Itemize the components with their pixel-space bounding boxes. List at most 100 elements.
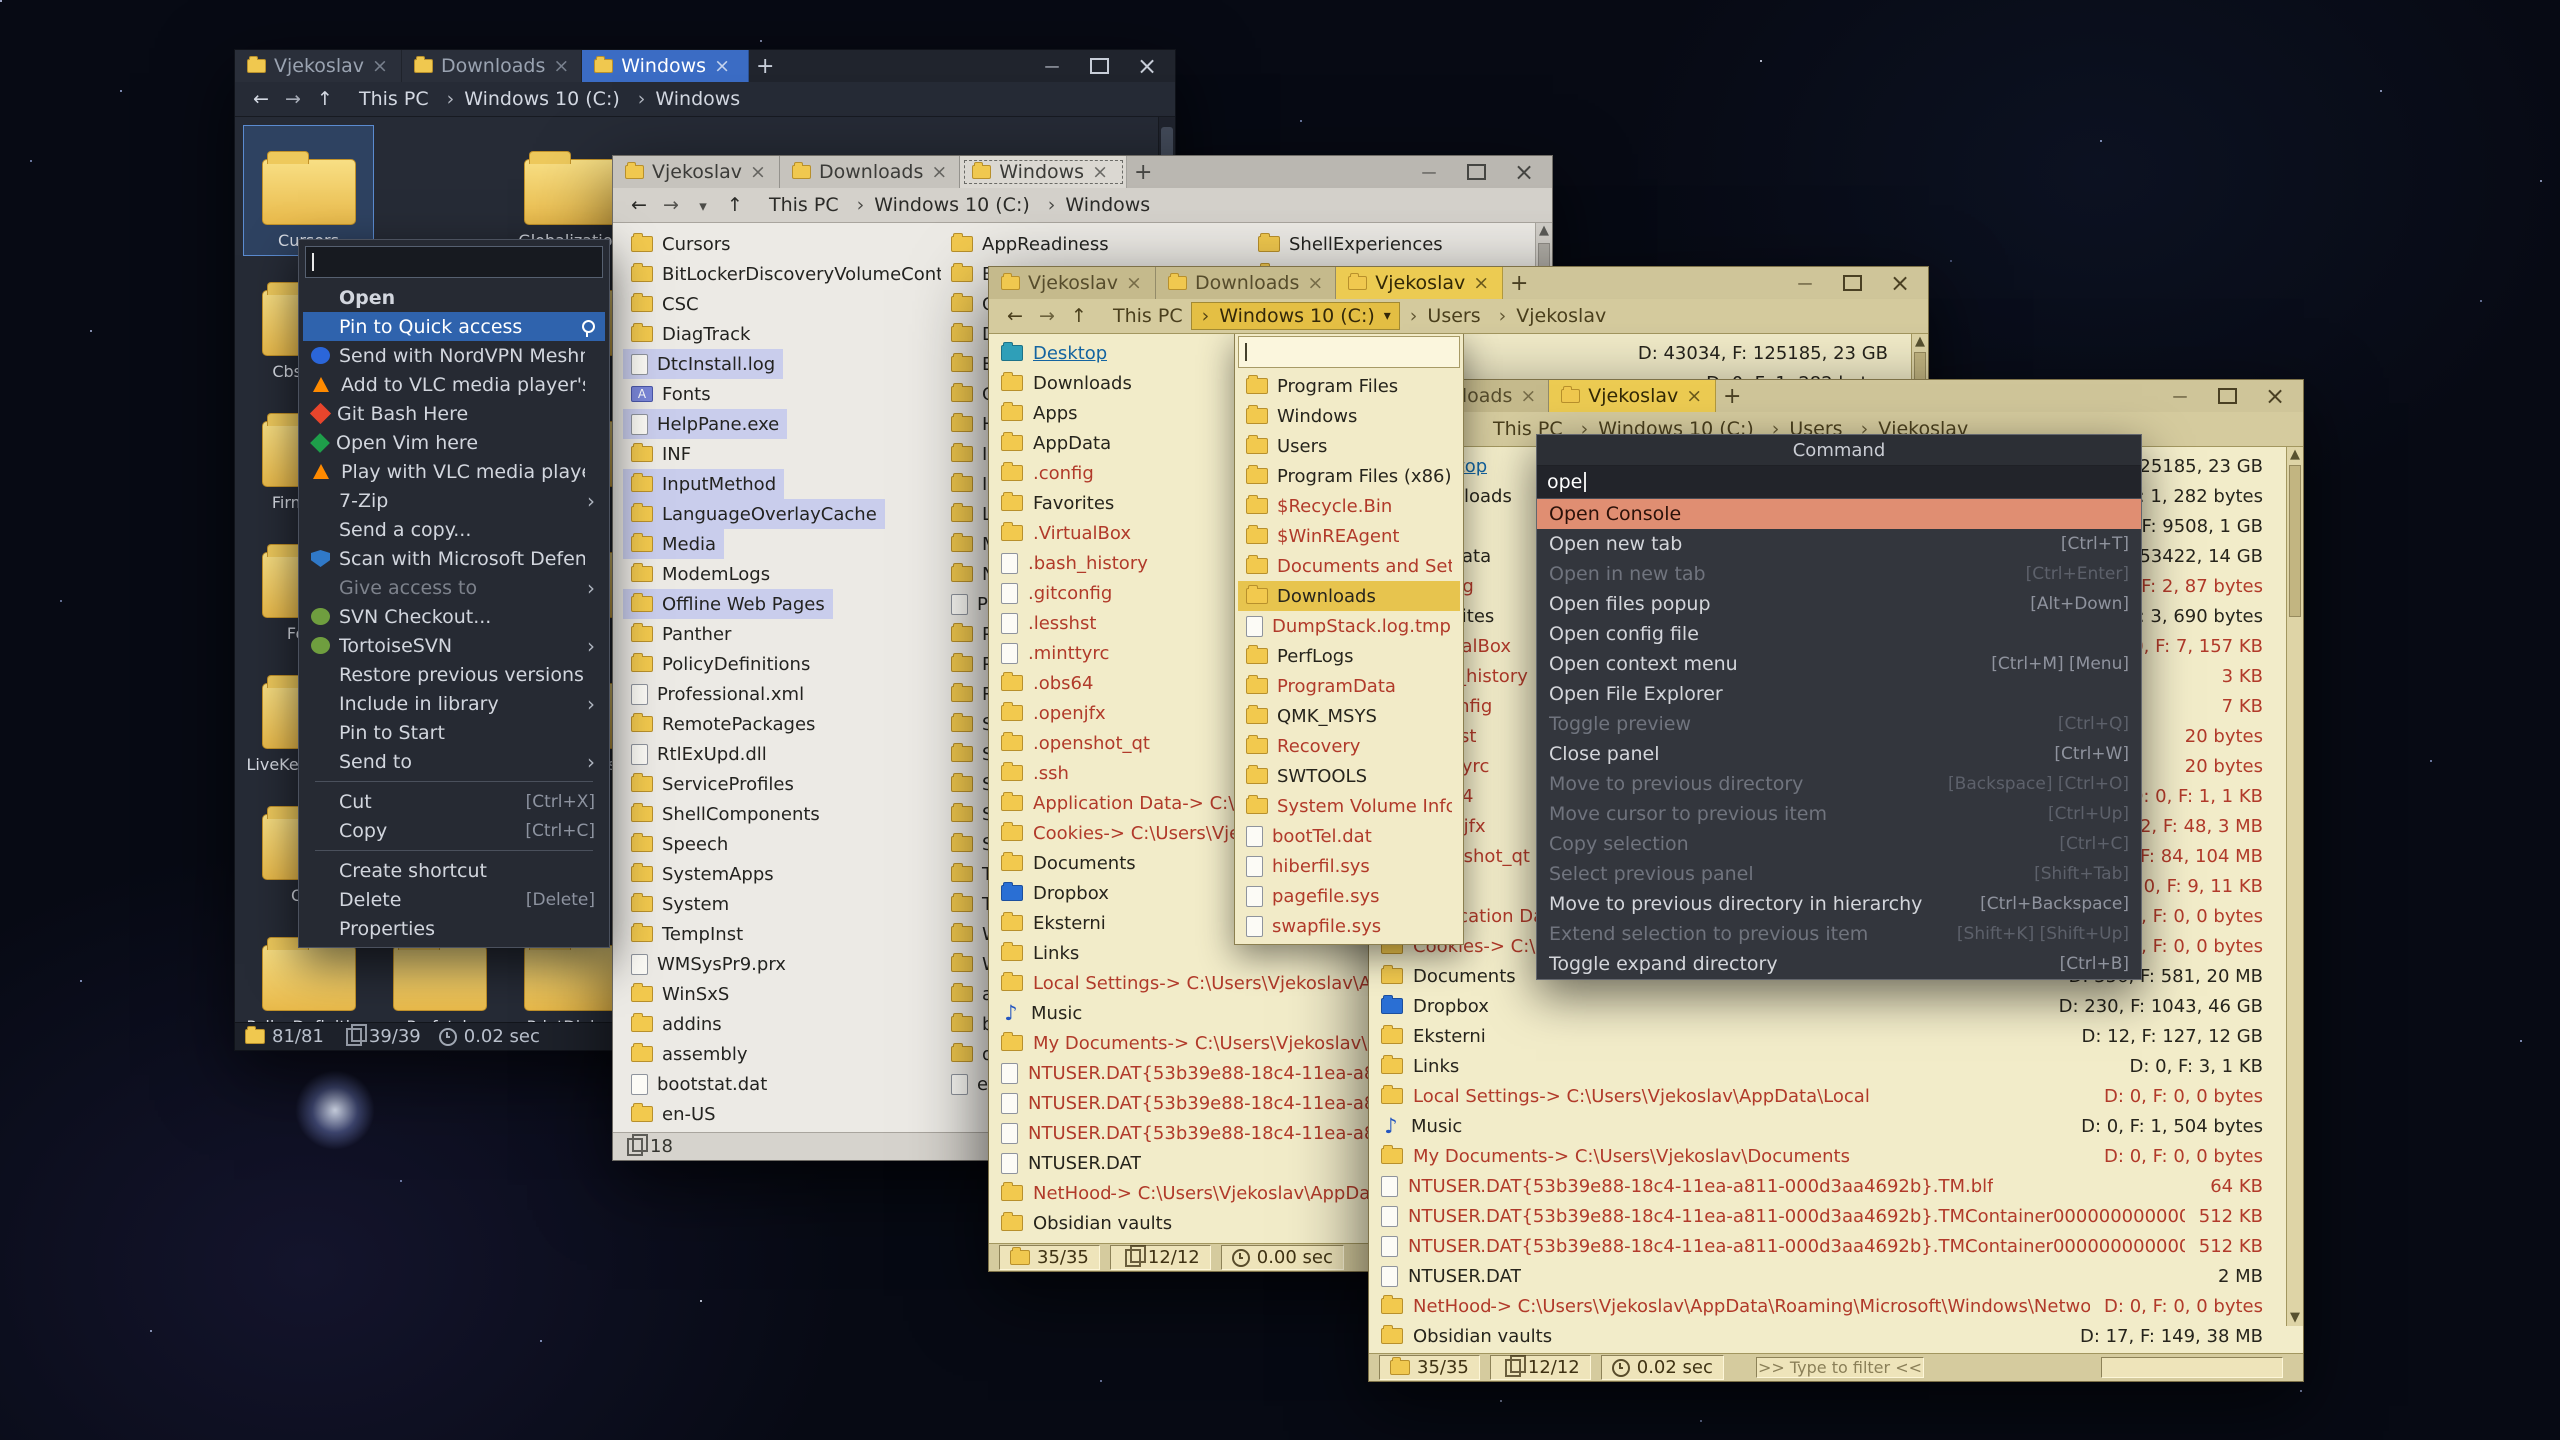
context-menu-item[interactable]: TortoiseSVN [303,631,605,660]
file-row[interactable]: NetHood -> C:\Users\Vjekoslav\AppData\Ro… [1381,1291,2263,1321]
palette-item[interactable]: Move to previous directory [Backspace] [… [1537,769,2141,799]
file-row[interactable]: WinSxS [623,979,737,1009]
tab[interactable]: Downloads [1156,267,1336,299]
palette-item[interactable]: Toggle expand directory [Ctrl+B] [1537,949,2141,979]
file-row[interactable]: TempInst [623,919,751,949]
up-button[interactable] [721,194,749,216]
file-row[interactable]: PolicyDefinitions [623,649,818,679]
context-menu-item[interactable]: SVN Checkout... [303,602,605,631]
up-button[interactable] [1065,305,1093,327]
file-row[interactable]: RtlExUpd.dll [623,739,775,769]
forward-button[interactable] [279,88,307,110]
context-menu-item[interactable]: Add to VLC media player's Playlist [303,370,605,399]
context-menu-item[interactable]: Play with VLC media player [303,457,605,486]
palette-item[interactable]: Copy selection [Ctrl+C] [1537,829,2141,859]
file-row[interactable]: bootstat.dat [623,1069,775,1099]
scroll-down-icon[interactable] [2287,1310,2303,1326]
context-menu-item[interactable]: Delete [Delete] [303,885,605,914]
tab[interactable]: Downloads [402,50,582,82]
file-row[interactable]: Cursors [623,229,739,259]
file-row[interactable]: Eksterni D: 12, F: 127, 12 GB [1381,1021,2263,1051]
back-button[interactable] [1001,305,1029,327]
dropdown-item[interactable]: Windows [1238,401,1460,431]
close-button[interactable] [1514,162,1534,182]
back-button[interactable] [625,194,653,216]
context-menu-item[interactable]: Restore previous versions [303,660,605,689]
file-row[interactable]: LanguageOverlayCache [623,499,885,529]
context-menu-item[interactable]: Pin to Quick access [303,312,605,341]
dropdown-item[interactable]: pagefile.sys [1238,881,1460,911]
file-row[interactable]: ModemLogs [623,559,778,589]
tab-close-icon[interactable] [1473,272,1489,294]
breadcrumb-item[interactable]: Windows [628,86,748,112]
file-row[interactable]: NTUSER.DAT 2 MB [1381,1261,2263,1291]
file-row[interactable]: addins [623,1009,730,1039]
palette-item[interactable]: Open File Explorer [1537,679,2141,709]
tab-close-icon[interactable] [750,161,766,183]
breadcrumb-item[interactable]: Vjekoslav [1489,303,1615,329]
file-row[interactable]: System [623,889,737,919]
file-row[interactable]: AppReadiness [943,229,1117,259]
file-row[interactable]: DtcInstall.log [623,349,783,379]
maximize-button[interactable] [1467,164,1486,180]
close-button[interactable] [1137,56,1157,76]
dropdown-item[interactable]: bootTel.dat [1238,821,1460,851]
back-button[interactable] [247,88,275,110]
dropdown-item[interactable]: $Recycle.Bin [1238,491,1460,521]
palette-item[interactable]: Open config file [1537,619,2141,649]
history-dropdown-icon[interactable] [689,194,717,216]
palette-item[interactable]: Move cursor to previous item [Ctrl+Up] [1537,799,2141,829]
file-row[interactable]: Obsidian vaults D: 17, F: 149, 38 MB [1381,1321,2263,1351]
tab-close-icon[interactable] [931,161,947,183]
dropdown-item[interactable]: ProgramData [1238,671,1460,701]
tab[interactable]: Vjekoslav [1336,267,1503,299]
minimize-button[interactable] [1795,273,1815,293]
file-row[interactable]: Local Settings -> C:\Users\Vjekoslav\App… [1381,1081,2263,1111]
palette-item[interactable]: Close panel [Ctrl+W] [1537,739,2141,769]
dropdown-item[interactable]: QMK_MSYS [1238,701,1460,731]
file-row[interactable]: My Documents -> C:\Users\Vjekoslav\Docum… [1381,1141,2263,1171]
palette-item[interactable]: Open Console [1537,499,2141,529]
file-row[interactable]: assembly [623,1039,755,1069]
palette-input[interactable]: ope [1537,466,2141,499]
context-menu-item[interactable]: Include in library [303,689,605,718]
tab[interactable]: Vjekoslav [613,156,780,188]
dropdown-item[interactable]: Program Files [1238,371,1460,401]
palette-item[interactable]: Open files popup [Alt+Down] [1537,589,2141,619]
new-tab-button[interactable] [1127,156,1159,188]
file-row[interactable]: NTUSER.DAT{53b39e88-18c4-11ea-a811-000d3… [1381,1231,2263,1261]
tab-close-icon[interactable] [1520,385,1536,407]
tab[interactable]: Vjekoslav [989,267,1156,299]
scroll-up-icon[interactable] [1536,223,1552,239]
maximize-button[interactable] [1843,275,1862,291]
tab[interactable]: Windows [582,50,749,82]
context-menu-item[interactable]: Pin to Start [303,718,605,747]
breadcrumb-item[interactable]: This PC [351,86,437,112]
status-input-box[interactable] [2101,1357,2283,1378]
tab[interactable]: Downloads [780,156,960,188]
context-menu-filter-input[interactable] [305,246,603,278]
context-menu-item[interactable]: Cut [Ctrl+X] [303,787,605,816]
context-menu-item[interactable]: Scan with Microsoft Defender... [303,544,605,573]
file-row[interactable]: Offline Web Pages [623,589,833,619]
context-menu-item[interactable]: Give access to [303,573,605,602]
dropdown-item[interactable]: Users [1238,431,1460,461]
tab[interactable]: Vjekoslav [1549,380,1716,412]
scroll-up-icon[interactable] [2287,447,2303,463]
file-row[interactable]: en-US [623,1099,724,1129]
minimize-button[interactable] [1042,56,1062,76]
context-menu-item[interactable] [315,781,593,782]
type-to-filter-box[interactable]: >> Type to filter << [1756,1357,1924,1378]
grid-item[interactable]: Cursors [243,125,374,256]
scrollbar[interactable] [2286,447,2303,1326]
file-row[interactable]: DiagTrack [623,319,758,349]
file-row[interactable]: INF [623,439,699,469]
tab-close-icon[interactable] [1092,161,1108,183]
file-row[interactable]: NTUSER.DAT{53b39e88-18c4-11ea-a811-000d3… [1381,1171,2263,1201]
dropdown-item[interactable]: Program Files (x86) [1238,461,1460,491]
file-row[interactable]: Professional.xml [623,679,812,709]
palette-item[interactable]: Move to previous directory in hierarchy … [1537,889,2141,919]
dropdown-item[interactable]: SWTOOLS [1238,761,1460,791]
dropdown-item[interactable]: $WinREAgent [1238,521,1460,551]
file-row[interactable]: RemotePackages [623,709,823,739]
